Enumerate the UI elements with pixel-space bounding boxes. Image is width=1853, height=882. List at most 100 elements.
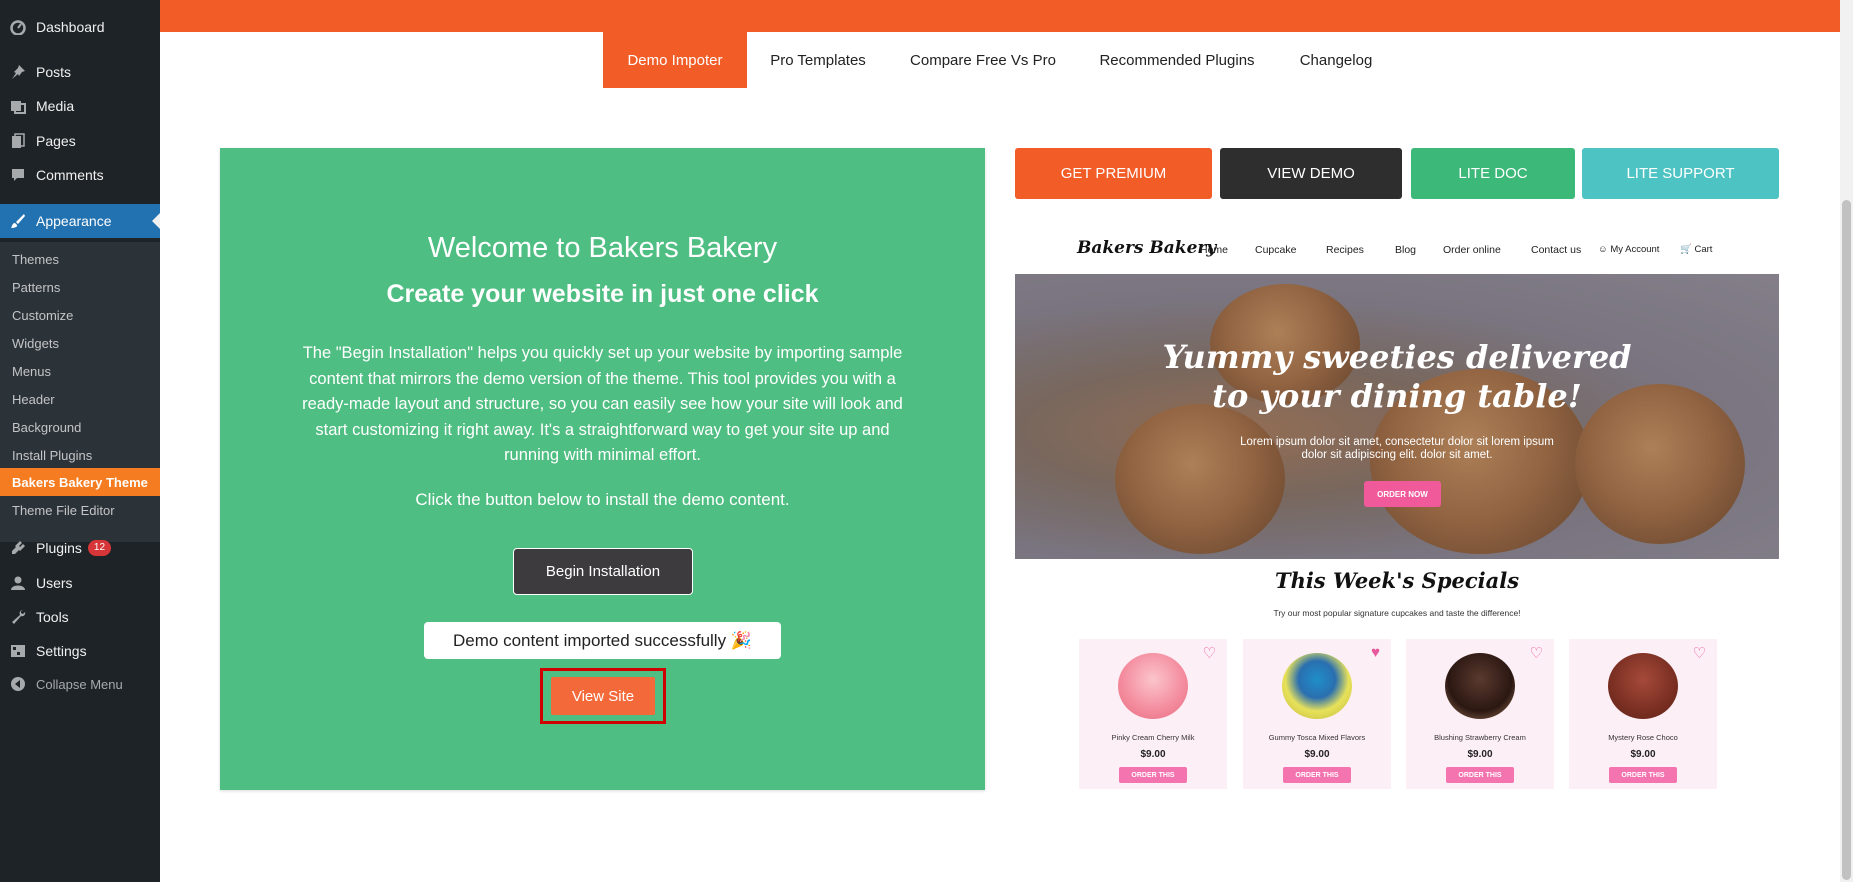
sidebar-item-label: Media <box>36 98 75 114</box>
product-price: $9.00 <box>1140 749 1166 760</box>
product-image <box>1282 653 1352 719</box>
collapse-menu-label: Collapse Menu <box>36 676 123 692</box>
preview-hero-text: Lorem ipsum dolor sit amet, consectetur … <box>1240 436 1554 461</box>
admin-sidebar: Dashboard Posts Media Pages Comments App… <box>0 0 160 882</box>
product-image <box>1445 653 1515 719</box>
heart-icon: ♡ <box>1202 645 1216 662</box>
preview-specials-subtitle: Try our most popular signature cupcakes … <box>1273 608 1521 618</box>
submenu-item-bakers-bakery-theme[interactable]: Bakers Bakery Theme <box>0 468 160 496</box>
sidebar-item-posts[interactable]: Posts <box>0 55 160 89</box>
sidebar-item-dashboard[interactable]: Dashboard <box>0 10 160 44</box>
product-card: ♥ Gummy Tosca Mixed Flavors $9.00 ORDER … <box>1243 639 1391 789</box>
comment-icon <box>0 167 36 183</box>
sidebar-item-label: Dashboard <box>36 19 105 35</box>
sidebar-item-tools[interactable]: Tools <box>0 600 160 634</box>
submenu-item-widgets[interactable]: Widgets <box>0 329 160 357</box>
header-bar <box>160 0 1840 32</box>
tab-pro-templates[interactable]: Pro Templates <box>752 32 884 88</box>
preview-navbar: Bakers Bakery Home Cupcake Recipes Blog … <box>1015 230 1779 274</box>
hero-overlay <box>1015 274 1779 559</box>
hero-title-line-2: to your dining table! <box>1212 377 1582 415</box>
tab-demo-importer[interactable]: Demo Impoter <box>603 32 747 88</box>
product-order-button: ORDER THIS <box>1609 767 1677 783</box>
product-order-button: ORDER THIS <box>1283 767 1351 783</box>
preview-hero-title: Yummy sweeties delivered to your dining … <box>1015 338 1779 416</box>
preview-specials-title: This Week's Specials <box>1274 568 1520 593</box>
view-demo-button[interactable]: VIEW DEMO <box>1220 148 1402 199</box>
product-card: ♡ Pinky Cream Cherry Milk $9.00 ORDER TH… <box>1079 639 1227 789</box>
install-hint: Click the button below to install the de… <box>415 490 790 509</box>
preview-hero: Yummy sweeties delivered to your dining … <box>1015 274 1779 559</box>
tab-changelog[interactable]: Changelog <box>1286 32 1386 88</box>
submenu-item-themes[interactable]: Themes <box>0 245 160 273</box>
product-price: $9.00 <box>1304 749 1330 760</box>
product-name: Gummy Tosca Mixed Flavors <box>1268 733 1366 742</box>
media-icon <box>0 98 36 114</box>
heart-icon: ♡ <box>1692 645 1706 662</box>
sidebar-item-label: Pages <box>36 133 76 149</box>
sidebar-item-label: Tools <box>36 609 69 625</box>
product-image <box>1118 653 1188 719</box>
page-scrollbar[interactable] <box>1840 0 1853 882</box>
lite-doc-button[interactable]: LITE DOC <box>1411 148 1575 199</box>
sidebar-item-users[interactable]: Users <box>0 566 160 600</box>
sidebar-item-label: Users <box>36 575 73 591</box>
preview-nav-home: Home <box>1200 244 1229 256</box>
preview-order-now-button: ORDER NOW <box>1364 481 1441 507</box>
product-name: Mystery Rose Choco <box>1608 733 1678 742</box>
view-site-button[interactable]: View Site <box>551 677 655 715</box>
sidebar-item-appearance[interactable]: Appearance <box>0 204 160 238</box>
submenu-item-theme-file-editor[interactable]: Theme File Editor <box>0 496 160 524</box>
preview-nav-cart: 🛒 Cart <box>1680 244 1712 255</box>
preview-nav-recipes: Recipes <box>1326 244 1364 256</box>
import-success-message: Demo content imported successfully 🎉 <box>424 622 781 659</box>
user-icon <box>0 575 36 591</box>
submenu-item-header[interactable]: Header <box>0 385 160 413</box>
user-icon: ☺ <box>1598 244 1611 255</box>
product-order-button: ORDER THIS <box>1119 767 1187 783</box>
cart-icon: 🛒 <box>1680 244 1695 255</box>
sidebar-item-label: Settings <box>36 643 87 659</box>
submenu-item-background[interactable]: Background <box>0 413 160 441</box>
dashboard-icon <box>0 19 36 35</box>
submenu-item-customize[interactable]: Customize <box>0 301 160 329</box>
product-name: Blushing Strawberry Cream <box>1434 733 1526 742</box>
submenu-item-menus[interactable]: Menus <box>0 357 160 385</box>
product-name: Pinky Cream Cherry Milk <box>1111 733 1195 742</box>
welcome-description: The "Begin Installation" helps you quick… <box>302 344 903 464</box>
scrollbar-thumb[interactable] <box>1842 200 1851 880</box>
product-order-button: ORDER THIS <box>1446 767 1514 783</box>
sidebar-item-media[interactable]: Media <box>0 89 160 123</box>
lite-support-button[interactable]: LITE SUPPORT <box>1582 148 1779 199</box>
theme-preview-image: Bakers Bakery Home Cupcake Recipes Blog … <box>1015 230 1779 790</box>
settings-icon <box>0 643 36 659</box>
tab-compare-free-vs-pro[interactable]: Compare Free Vs Pro <box>900 32 1066 88</box>
collapse-menu-button[interactable]: Collapse Menu <box>0 667 160 701</box>
sidebar-item-label: Appearance <box>36 213 112 229</box>
preview-nav-account-label: My Account <box>1610 244 1660 255</box>
preview-nav-account: ☺ My Account <box>1598 244 1659 255</box>
preview-nav-order-online: Order online <box>1443 244 1501 256</box>
submenu-item-patterns[interactable]: Patterns <box>0 273 160 301</box>
product-price: $9.00 <box>1467 749 1493 760</box>
sidebar-item-comments[interactable]: Comments <box>0 158 160 192</box>
product-image <box>1608 653 1678 719</box>
preview-nav-cupcake: Cupcake <box>1255 244 1297 256</box>
begin-installation-button[interactable]: Begin Installation <box>513 548 693 595</box>
get-premium-button[interactable]: GET PREMIUM <box>1015 148 1212 199</box>
sidebar-item-pages[interactable]: Pages <box>0 124 160 158</box>
welcome-title: Welcome to Bakers Bakery <box>427 232 778 264</box>
submenu-item-install-plugins[interactable]: Install Plugins <box>0 441 160 469</box>
product-card: ♡ Mystery Rose Choco $9.00 ORDER THIS <box>1569 639 1717 789</box>
preview-logo: Bakers Bakery <box>1077 238 1217 258</box>
pin-icon <box>0 64 36 80</box>
sidebar-item-label: Posts <box>36 64 72 80</box>
preview-nav-contact: Contact us <box>1531 244 1582 256</box>
sidebar-item-settings[interactable]: Settings <box>0 634 160 668</box>
tab-recommended-plugins[interactable]: Recommended Plugins <box>1090 32 1264 88</box>
appearance-submenu: Themes Patterns Customize Widgets Menus … <box>0 242 160 542</box>
welcome-subtitle: Create your website in just one click <box>386 280 819 308</box>
preview-nav-cart-label: Cart <box>1694 244 1713 255</box>
sidebar-item-label: Comments <box>36 167 104 183</box>
sidebar-item-plugins[interactable]: Plugins 12 <box>0 531 160 565</box>
